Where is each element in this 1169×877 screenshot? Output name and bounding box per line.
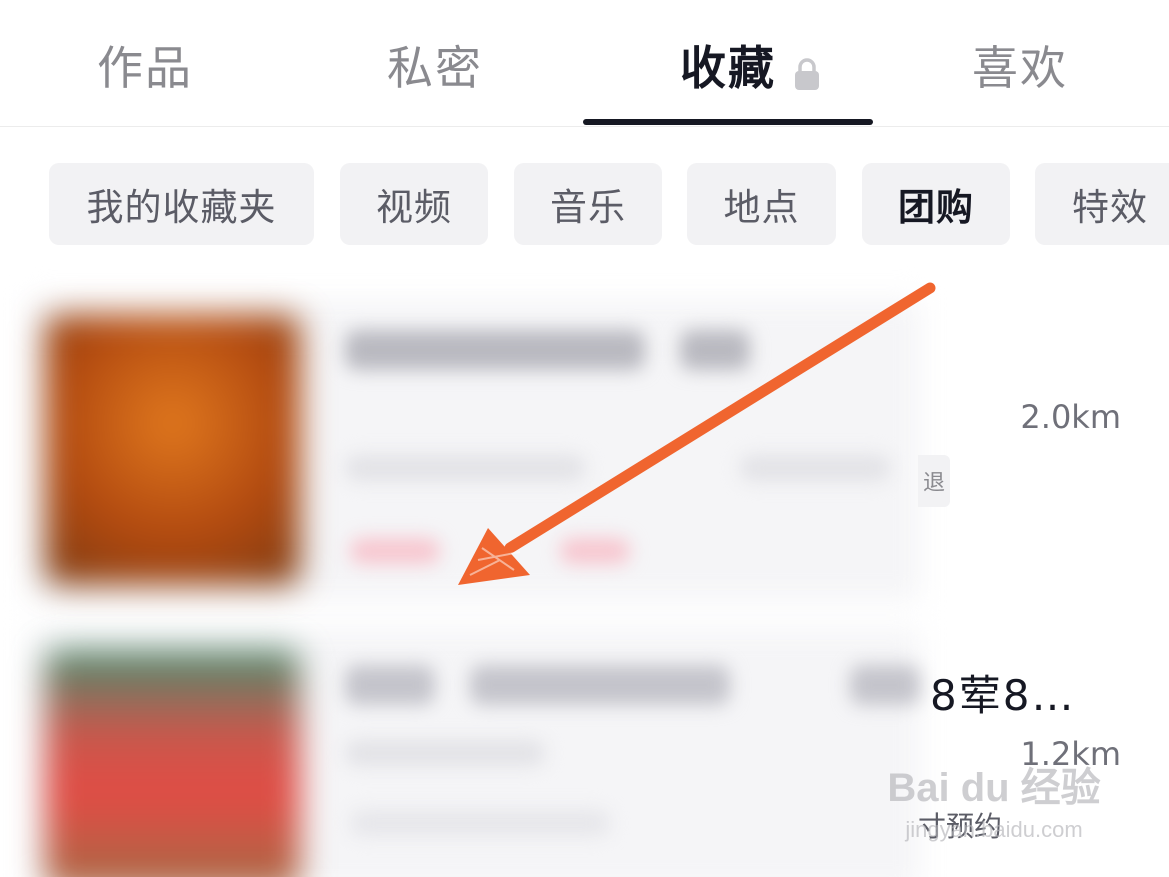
tab-likes-label: 喜欢 <box>972 41 1068 95</box>
filter-effects-label: 特效 <box>1072 186 1148 229</box>
filter-places[interactable]: 地点 <box>687 163 836 245</box>
tab-favorites-label: 收藏 <box>680 41 776 95</box>
active-tab-indicator <box>583 119 873 125</box>
filter-my-folders-label: 我的收藏夹 <box>86 186 277 229</box>
blurred-text <box>345 740 545 766</box>
blurred-text <box>680 330 750 370</box>
list-item-1-distance: 2.0km <box>1020 398 1121 436</box>
blurred-text <box>345 665 435 705</box>
lock-icon <box>794 48 820 90</box>
tab-works-label: 作品 <box>97 41 193 95</box>
blurred-text <box>740 455 890 481</box>
list-item-2-title[interactable]: 8荤8… <box>930 662 1075 723</box>
watermark-main-text: Bai du 经验 <box>887 766 1101 810</box>
blurred-text <box>345 330 645 370</box>
tab-favorites[interactable]: 收藏 <box>640 30 860 100</box>
tab-likes[interactable]: 喜欢 <box>930 30 1110 100</box>
blurred-text <box>850 665 920 705</box>
filter-videos-label: 视频 <box>376 186 452 229</box>
collections-page: 作品 私密 收藏 喜欢 我的收藏夹 视频 音乐 地点 团购 特效 2.0km 退… <box>0 0 1169 877</box>
list-item-1-thumbnail[interactable] <box>45 315 300 585</box>
filter-group-buy[interactable]: 团购 <box>862 163 1010 245</box>
blurred-text <box>350 810 610 836</box>
tab-private-label: 私密 <box>387 41 483 95</box>
blurred-text <box>470 665 730 705</box>
list-item-2-thumbnail[interactable] <box>45 650 300 877</box>
tab-private[interactable]: 私密 <box>350 30 520 100</box>
blurred-text <box>345 455 585 481</box>
profile-tabs: 作品 私密 收藏 喜欢 <box>0 0 1169 127</box>
filter-music-label: 音乐 <box>550 186 626 229</box>
tab-works[interactable]: 作品 <box>60 30 230 100</box>
filter-effects[interactable]: 特效 <box>1035 163 1169 245</box>
baidu-jingyan-watermark: Bai du 经验 jingyan.baidu.com <box>874 755 1114 843</box>
filter-videos[interactable]: 视频 <box>340 163 488 245</box>
list-item-1-tag: 退 <box>918 455 950 507</box>
blurred-tag <box>560 538 630 564</box>
filter-places-label: 地点 <box>723 186 800 229</box>
filter-group-buy-label: 团购 <box>898 186 974 229</box>
watermark-url: jingyan.baidu.com <box>905 817 1083 842</box>
filter-music[interactable]: 音乐 <box>514 163 662 245</box>
filter-my-folders[interactable]: 我的收藏夹 <box>49 163 314 245</box>
blurred-tag <box>350 538 440 564</box>
